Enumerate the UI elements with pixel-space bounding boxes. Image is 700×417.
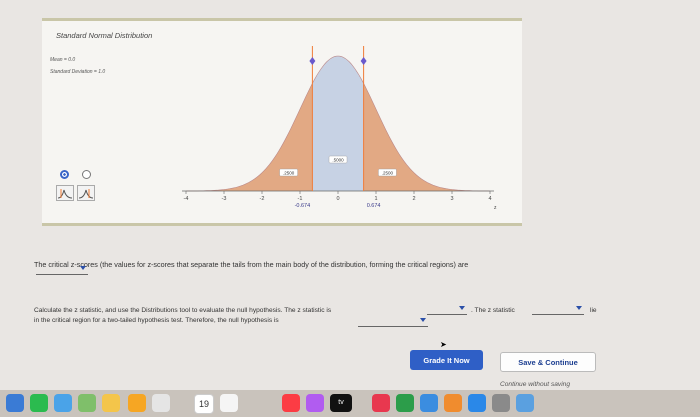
x-tick-label-6: 2 [412, 196, 415, 202]
x-tick-label-4: 0 [336, 196, 339, 202]
critical-handle-icon-0[interactable] [309, 57, 316, 65]
continue-without-saving-link[interactable]: Continue without saving [500, 381, 570, 388]
normal-distribution-chart[interactable]: -4 -3 -2 -1 0 1 2 3 4z -0.674 0.674 .2500 .5000 .2500 [42, 21, 522, 223]
x-axis-label: z [494, 205, 497, 211]
chevron-down-icon [80, 266, 86, 270]
music-icon[interactable] [282, 394, 300, 412]
grade-it-now-button[interactable]: Grade It Now [410, 350, 483, 370]
x-tick-label-5: 1 [374, 196, 377, 202]
x-tick-label-3: -1 [298, 196, 303, 202]
chevron-down-icon [459, 306, 465, 310]
area-label-1: .5000 [332, 158, 344, 163]
critical-values-dropdown[interactable] [36, 264, 88, 275]
critical-value-label-1: 0.674 [367, 203, 381, 209]
mail-icon[interactable] [54, 394, 72, 412]
finder-icon[interactable] [6, 394, 24, 412]
critical-region-dropdown[interactable] [532, 304, 584, 315]
chevron-down-icon [420, 318, 426, 322]
app-store-icon[interactable] [468, 394, 486, 412]
lie-text: lie [590, 307, 597, 314]
region-1 [312, 56, 364, 191]
apple-tv-icon[interactable]: tv [330, 394, 352, 412]
x-tick-label-0: -4 [184, 196, 189, 202]
area-label-0: .2500 [283, 171, 295, 176]
save-continue-button[interactable]: Save & Continue [500, 352, 596, 372]
x-tick-label-2: -2 [260, 196, 265, 202]
folder-icon[interactable] [516, 394, 534, 412]
area-label-2: .2500 [382, 171, 394, 176]
chevron-down-icon [576, 306, 582, 310]
z-statistic-text-end: . The z statistic [471, 307, 515, 314]
z-statistic-dropdown[interactable] [427, 304, 467, 315]
critical-handle-icon-1[interactable] [360, 57, 367, 65]
x-tick-label-7: 3 [450, 196, 453, 202]
reminders-icon[interactable] [220, 394, 238, 412]
keynote-icon[interactable] [420, 394, 438, 412]
distribution-panel: Standard Normal Distribution Mean = 0.0 … [42, 18, 522, 226]
null-hypothesis-text: in the critical region for a two-tailed … [34, 317, 279, 324]
z-statistic-text: Calculate the z statistic, and use the D… [34, 307, 332, 314]
numbers-icon[interactable] [396, 394, 414, 412]
safari-icon[interactable] [128, 394, 146, 412]
null-hypothesis-dropdown[interactable] [358, 316, 428, 327]
maps-icon[interactable] [78, 394, 96, 412]
critical-values-prompt: The critical z-scores (the values for z-… [34, 260, 469, 269]
chrome-icon[interactable] [152, 394, 170, 412]
podcasts-icon[interactable] [306, 394, 324, 412]
x-tick-label-1: -3 [222, 196, 227, 202]
x-tick-label-8: 4 [488, 196, 491, 202]
news-icon[interactable] [372, 394, 390, 412]
calendar-icon[interactable]: 19 [194, 394, 214, 414]
pages-icon[interactable] [444, 394, 462, 412]
photos-icon[interactable] [102, 394, 120, 412]
system-preferences-icon[interactable] [492, 394, 510, 412]
messages-icon[interactable] [30, 394, 48, 412]
critical-value-label-0: -0.674 [295, 203, 311, 209]
mouse-cursor-icon: ➤ [440, 340, 447, 349]
macos-dock: 19 tv [0, 390, 700, 417]
